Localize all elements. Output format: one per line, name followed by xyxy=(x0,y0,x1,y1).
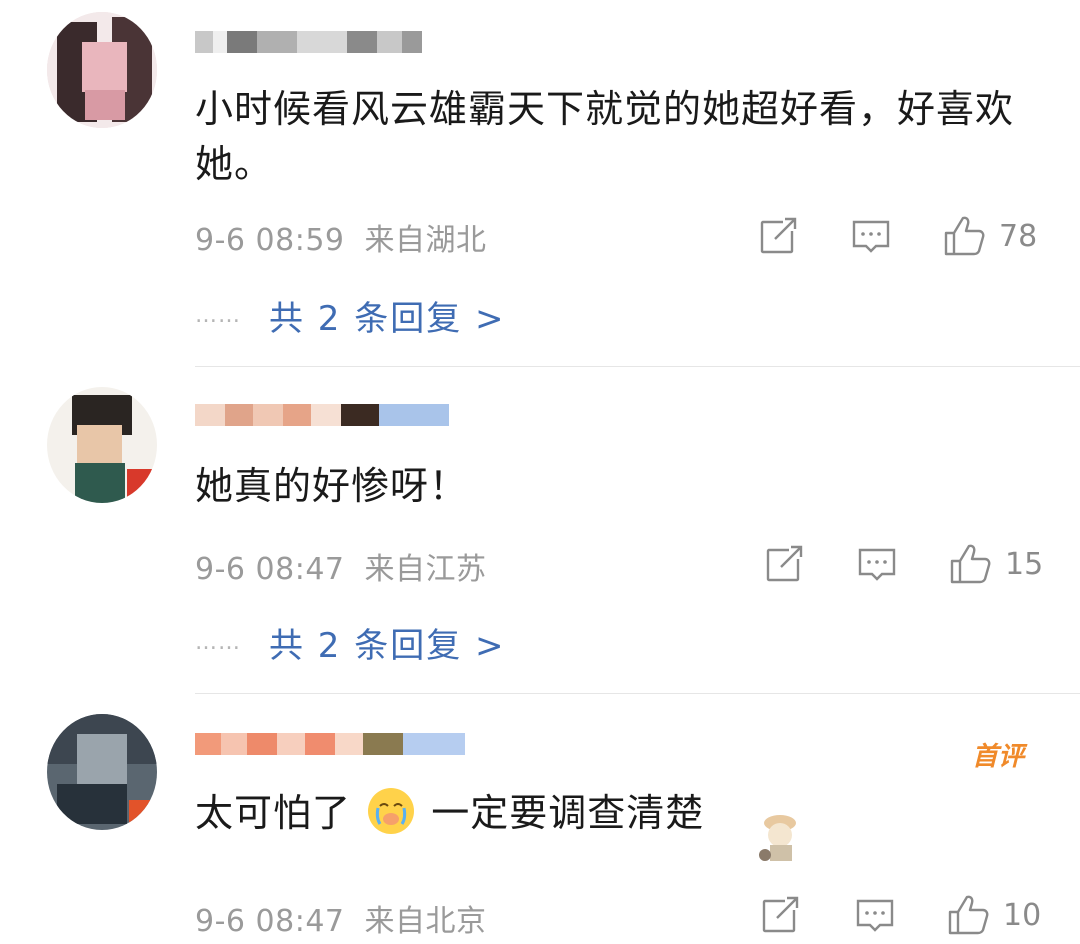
comment-location: 来自北京 xyxy=(364,904,487,939)
comment-actions: 78 xyxy=(755,213,1055,259)
comment-item: 小时候看风云雄霸天下就觉的她超好看，好喜欢她。 9-6 08:59 来自湖北 7… xyxy=(0,0,1080,365)
comment-location: 来自江苏 xyxy=(364,552,487,587)
comment-time: 9-6 08:47 xyxy=(195,904,345,939)
comment-text: 她真的好惨呀！ xyxy=(195,464,469,508)
comment-meta: 9-6 08:59 来自湖北 xyxy=(195,215,487,259)
comment-text: 太可怕了 一定要调查清楚 xyxy=(195,786,1045,841)
avatar[interactable] xyxy=(47,12,157,128)
comment-text-part1: 太可怕了 xyxy=(195,791,352,835)
comment-text: 小时候看风云雄霸天下就觉的她超好看，好喜欢她。 xyxy=(195,87,1015,186)
thumbs-up-icon[interactable] xyxy=(945,892,991,938)
comment-item: 她真的好惨呀！ 9-6 08:47 来自江苏 15 …… 共 2 条回复 > xyxy=(0,367,1080,693)
avatar[interactable] xyxy=(47,714,157,830)
comment-icon[interactable] xyxy=(854,541,900,587)
comment-meta: 9-6 08:47 来自北京 xyxy=(195,896,487,940)
comment-meta: 9-6 08:47 来自江苏 xyxy=(195,544,487,588)
like-count: 10 xyxy=(1003,898,1042,933)
share-icon[interactable] xyxy=(755,213,801,259)
like-count: 15 xyxy=(1005,547,1044,582)
like-count: 78 xyxy=(999,219,1038,254)
replies-dots: …… xyxy=(195,629,241,655)
share-icon[interactable] xyxy=(757,892,803,938)
comment-icon[interactable] xyxy=(852,892,898,938)
comment-time: 9-6 08:59 xyxy=(195,223,345,258)
thumbs-up-icon[interactable] xyxy=(947,541,993,587)
replies-row[interactable]: …… 共 2 条回复 > xyxy=(195,618,506,667)
comment-actions: 15 xyxy=(761,541,1061,587)
thumbs-up-icon[interactable] xyxy=(941,213,987,259)
comment-time: 9-6 08:47 xyxy=(195,552,345,587)
username-blurred[interactable] xyxy=(195,724,465,764)
view-replies-link[interactable]: 共 2 条回复 > xyxy=(269,618,506,667)
comment-actions: 10 xyxy=(757,892,1057,938)
comment-icon[interactable] xyxy=(848,213,894,259)
replies-dots: …… xyxy=(195,302,241,328)
crying-face-emoji-icon xyxy=(368,788,415,834)
replies-row[interactable]: …… 共 2 条回复 > xyxy=(195,291,506,340)
share-icon[interactable] xyxy=(761,541,807,587)
username-blurred[interactable] xyxy=(195,395,449,435)
comment-location: 来自湖北 xyxy=(364,223,487,258)
comment-text-part2: 一定要调查清楚 xyxy=(431,791,705,835)
sticker-decoration xyxy=(735,805,820,865)
username-blurred[interactable] xyxy=(195,22,422,62)
avatar[interactable] xyxy=(47,387,157,503)
view-replies-link[interactable]: 共 2 条回复 > xyxy=(269,291,506,340)
comment-item: 首评 太可怕了 一定要调查清楚 9-6 08:47 来自北京 10 xyxy=(0,694,1080,944)
first-comment-badge: 首评 xyxy=(972,742,1025,772)
